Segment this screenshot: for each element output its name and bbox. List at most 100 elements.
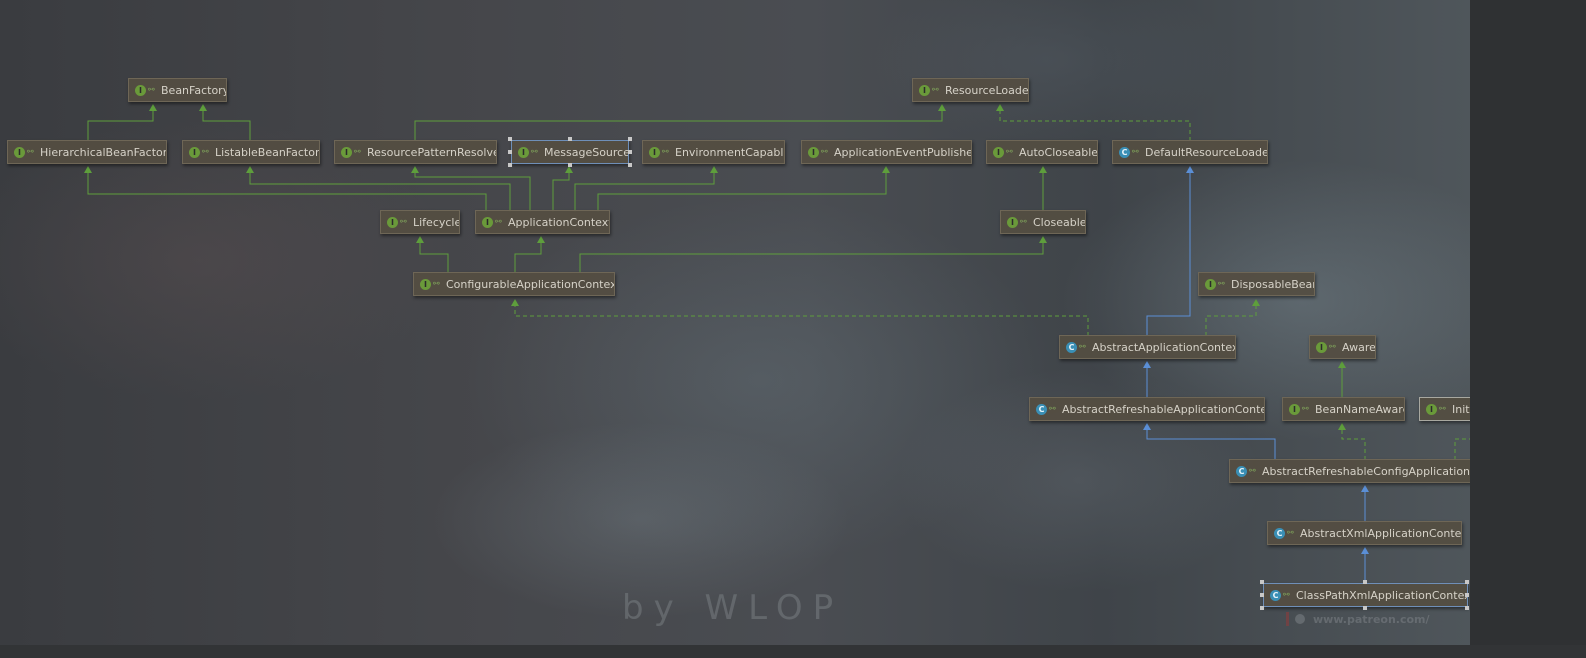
side-panel: [1470, 0, 1586, 645]
arrowhead: [882, 166, 890, 173]
node-label: ListableBeanFactory: [215, 145, 320, 159]
node-abstractrefreshableapplicationcontext[interactable]: C ⚯ AbstractRefreshableApplicationContex…: [1029, 397, 1265, 421]
class-icon: C: [1236, 465, 1247, 477]
selection-handle[interactable]: [1363, 606, 1367, 610]
node-closeable[interactable]: I ⚯ Closeable: [1000, 210, 1086, 234]
node-disposablebean[interactable]: I ⚯ DisposableBean: [1198, 272, 1315, 296]
interface-icon: I: [189, 146, 200, 158]
selection-handle[interactable]: [1260, 580, 1264, 584]
node-label: HierarchicalBeanFactory: [40, 145, 167, 159]
node-resourceloader[interactable]: I ⚯ ResourceLoader: [912, 78, 1029, 102]
arrowhead: [1039, 236, 1047, 243]
selection-handle[interactable]: [628, 137, 632, 141]
node-configurableapplicationcontext[interactable]: I ⚯ ConfigurableApplicationContext: [413, 272, 615, 296]
public-visibility-icon: ⚯: [1020, 217, 1027, 226]
node-hierarchicalbeanfactory[interactable]: I ⚯ HierarchicalBeanFactory: [7, 140, 167, 164]
interface-icon: I: [649, 146, 660, 158]
node-label: AutoCloseable: [1019, 145, 1098, 159]
node-autocloseable[interactable]: I ⚯ AutoCloseable: [986, 140, 1098, 164]
public-visibility-icon: ⚯: [531, 147, 538, 156]
node-defaultresourceloader[interactable]: C ⚯ DefaultResourceLoader: [1112, 140, 1268, 164]
interface-icon: I: [1007, 216, 1018, 228]
arrowhead: [84, 166, 92, 173]
selection-handle[interactable]: [568, 137, 572, 141]
node-aware[interactable]: I ⚯ Aware: [1309, 335, 1376, 359]
node-messagesource[interactable]: I ⚯ MessageSource: [511, 140, 629, 164]
arrowhead: [537, 236, 545, 243]
edge-appcontext-to-environment: [574, 167, 715, 212]
interface-icon: I: [1289, 403, 1300, 415]
public-visibility-icon: ⚯: [1302, 404, 1309, 413]
node-label: Aware: [1342, 340, 1376, 354]
arrowhead: [1361, 547, 1369, 554]
node-resourcepatternresolver[interactable]: I ⚯ ResourcePatternResolver: [334, 140, 497, 164]
interface-icon: I: [993, 146, 1004, 158]
public-visibility-icon: ⚯: [821, 147, 828, 156]
arrowhead: [1338, 361, 1346, 368]
edge-listable-to-beanfactory: [202, 105, 251, 141]
class-icon: C: [1066, 341, 1077, 353]
diagram-canvas[interactable]: by WLOP www.patreon.com/ I ⚯ BeanFactory…: [0, 0, 1470, 645]
selection-handle[interactable]: [568, 163, 572, 167]
node-abstractapplicationcontext[interactable]: C ⚯ AbstractApplicationContext: [1059, 335, 1236, 359]
abstract-class-icon: ⚯: [1287, 528, 1294, 537]
node-abstractrefreshableconfigapplicationcontext[interactable]: C ⚯ AbstractRefreshableConfigApplication…: [1229, 459, 1470, 483]
public-visibility-icon: ⚯: [1132, 147, 1139, 156]
arrowhead: [710, 166, 718, 173]
node-initializingbean[interactable]: I ⚯ InitializingBean: [1419, 397, 1470, 421]
edge-configurable-to-closeable: [579, 237, 1044, 273]
node-applicationcontext[interactable]: I ⚯ ApplicationContext: [475, 210, 610, 234]
node-label: BeanNameAware: [1315, 402, 1405, 416]
node-lifecycle[interactable]: I ⚯ Lifecycle: [380, 210, 460, 234]
selection-handle[interactable]: [508, 163, 512, 167]
public-visibility-icon: ⚯: [1283, 590, 1290, 599]
node-classpathxmlapplicationcontext[interactable]: C ⚯ ClassPathXmlApplicationContext: [1263, 583, 1468, 607]
selection-handle[interactable]: [508, 150, 512, 154]
public-visibility-icon: ⚯: [1006, 147, 1013, 156]
edge-abstractappcontext-to-defaultresourceloader: [1146, 167, 1191, 336]
class-icon: C: [1274, 527, 1285, 539]
public-visibility-icon: ⚯: [148, 85, 155, 94]
class-icon: C: [1270, 589, 1281, 601]
node-listablebeanfactory[interactable]: I ⚯ ListableBeanFactory: [182, 140, 320, 164]
node-beanfactory[interactable]: I ⚯ BeanFactory: [128, 78, 227, 102]
edge-appcontext-to-hierarchical: [87, 167, 487, 212]
interface-icon: I: [808, 146, 819, 158]
node-label: AbstractXmlApplicationContext: [1300, 526, 1462, 540]
node-abstractxmlapplicationcontext[interactable]: C ⚯ AbstractXmlApplicationContext: [1267, 521, 1462, 545]
selection-handle[interactable]: [1363, 580, 1367, 584]
node-label: BeanFactory: [161, 83, 227, 97]
node-beannameaware[interactable]: I ⚯ BeanNameAware: [1282, 397, 1405, 421]
node-label: DisposableBean: [1231, 277, 1315, 291]
public-visibility-icon: ⚯: [1439, 404, 1446, 413]
edge-abstractappcontext-to-configurable: [514, 300, 1089, 336]
patreon-url: www.patreon.com/: [1313, 612, 1430, 626]
node-applicationeventpublisher[interactable]: I ⚯ ApplicationEventPublisher: [801, 140, 972, 164]
arrowhead: [199, 104, 207, 111]
selection-handle[interactable]: [508, 137, 512, 141]
selection-handle[interactable]: [628, 163, 632, 167]
selection-handle[interactable]: [1260, 606, 1264, 610]
interface-icon: I: [518, 146, 529, 158]
bottom-scrollbar-area[interactable]: [0, 645, 1586, 658]
arrowhead: [1361, 485, 1369, 492]
node-label: AbstractApplicationContext: [1092, 340, 1236, 354]
interface-icon: I: [482, 216, 493, 228]
edge-appcontext-to-listable: [249, 167, 511, 212]
selection-handle[interactable]: [1465, 580, 1469, 584]
selection-handle[interactable]: [1260, 593, 1264, 597]
selection-handle[interactable]: [1465, 606, 1469, 610]
public-visibility-icon: ⚯: [1218, 279, 1225, 288]
interface-icon: I: [919, 84, 930, 96]
node-environmentcapable[interactable]: I ⚯ EnvironmentCapable: [642, 140, 785, 164]
edge-abstractappcontext-to-disposablebean: [1205, 300, 1257, 336]
public-visibility-icon: ⚯: [662, 147, 669, 156]
node-label: ApplicationEventPublisher: [834, 145, 972, 159]
node-label: ConfigurableApplicationContext: [446, 277, 615, 291]
selection-handle[interactable]: [628, 150, 632, 154]
public-visibility-icon: ⚯: [202, 147, 209, 156]
selection-handle[interactable]: [1465, 593, 1469, 597]
public-visibility-icon: ⚯: [27, 147, 34, 156]
background-patreon-text: www.patreon.com/: [1286, 612, 1430, 626]
arrowhead: [246, 166, 254, 173]
